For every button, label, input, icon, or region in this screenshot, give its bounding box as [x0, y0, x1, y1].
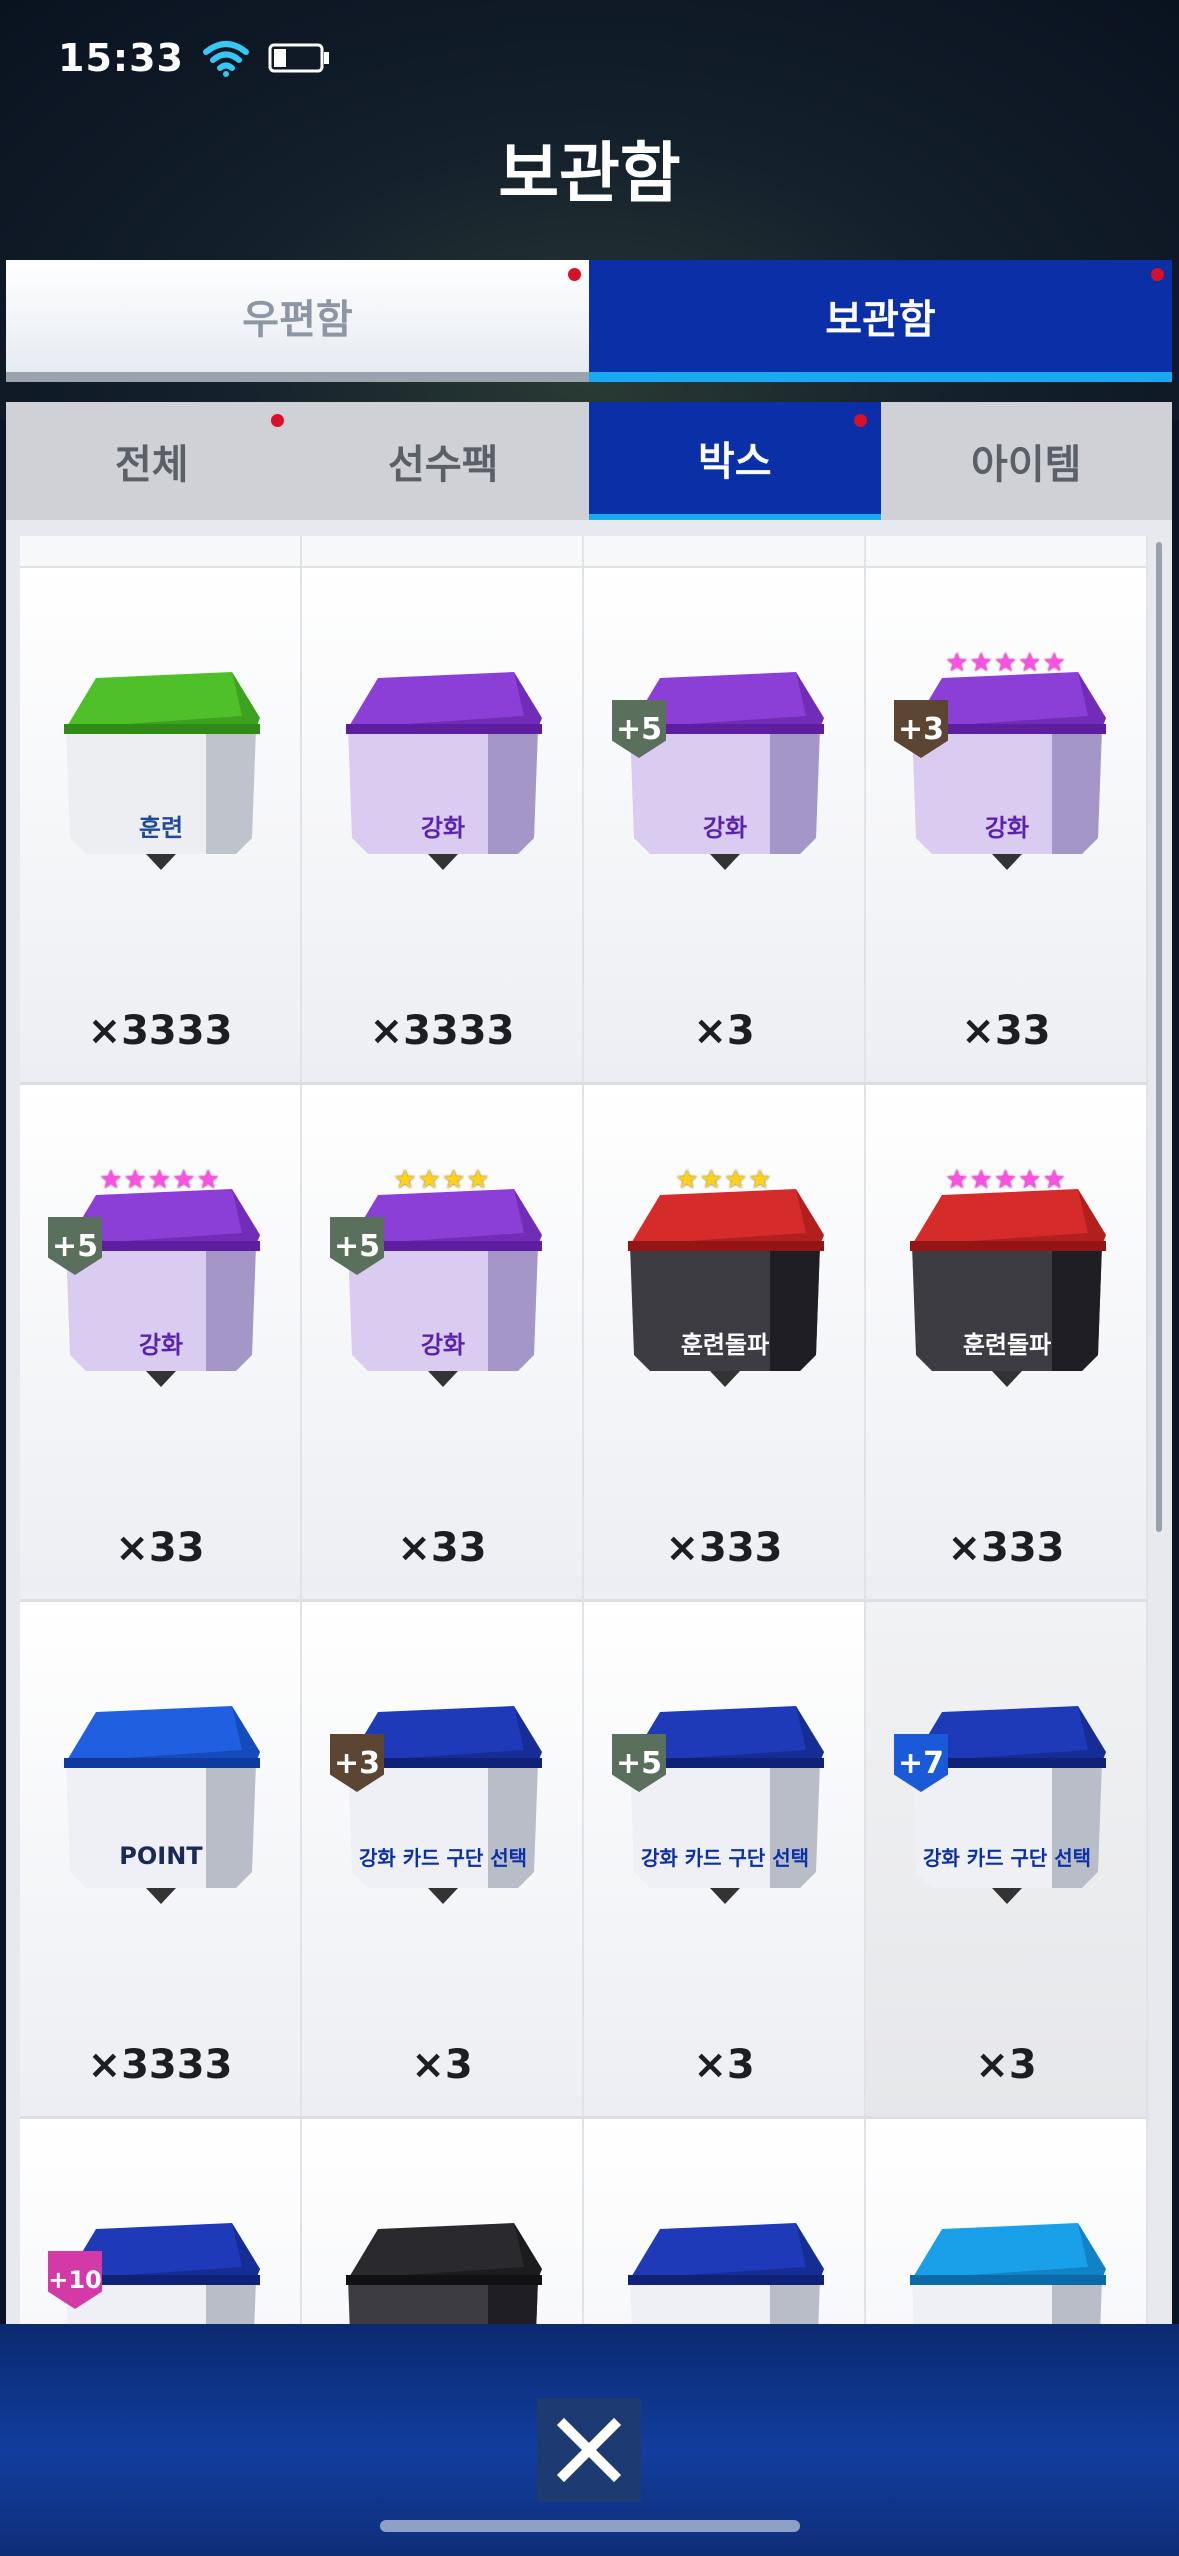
box-item-card[interactable]	[584, 2119, 866, 2326]
box-grid-scroll[interactable]: 훈련 ×3333 강화 ×3333 강화 +5 ×3 ★★★★★ 강화 +3 ×33 ★★★★★ 강화 +…	[20, 536, 1148, 2326]
box-emblem-label: 훈련돌파	[680, 1331, 770, 1359]
box-image	[346, 672, 542, 870]
box-item-card[interactable]: 강화 +5 ×3	[584, 568, 866, 1085]
box-emblem-label: 훈련	[138, 814, 184, 842]
status-time: 15:33	[58, 36, 184, 80]
box-emblem-label: 강화	[420, 1331, 466, 1359]
box-image	[64, 1706, 260, 1904]
box-item-card[interactable]: POINT ×3333	[20, 1602, 302, 2119]
box-image	[910, 672, 1106, 870]
box-emblem-label: 강화 카드 구단 선택	[922, 1846, 1092, 1870]
item-count: ×333	[665, 1525, 783, 1571]
tab-item[interactable]: 아이템	[881, 402, 1173, 520]
scrollbar[interactable]	[1156, 542, 1162, 1532]
tab-box[interactable]: 박스	[589, 402, 881, 520]
box-emblem-label: 강화	[702, 814, 748, 842]
tab-box-label: 박스	[697, 439, 772, 485]
notification-dot	[568, 268, 581, 281]
box-image	[346, 1706, 542, 1904]
item-count: ×3333	[87, 1008, 233, 1054]
tab-mailbox-label: 우편함	[242, 297, 353, 343]
category-tabs: 전체 선수팩 박스 아이템	[6, 402, 1172, 520]
box-emblem-label: POINT	[119, 1842, 203, 1870]
item-count: ×33	[397, 1525, 487, 1571]
tab-mailbox[interactable]: 우편함	[6, 260, 589, 382]
box-image	[628, 2223, 824, 2326]
main-tabs: 우편함 보관함	[6, 260, 1172, 382]
item-count: ×3333	[369, 1008, 515, 1054]
box-item-card[interactable]: 강화 카드 구단 선택 +3 ×3	[302, 1602, 584, 2119]
tab-item-label: 아이템	[971, 442, 1082, 488]
item-count: ×3	[693, 2042, 755, 2088]
item-count: ×333	[947, 1525, 1065, 1571]
box-emblem-label: 강화 카드 구단 선택	[640, 1846, 810, 1870]
home-indicator[interactable]	[380, 2520, 800, 2532]
box-grid: 훈련 ×3333 강화 ×3333 강화 +5 ×3 ★★★★★ 강화 +3 ×33 ★★★★★ 강화 +…	[20, 568, 1148, 2326]
box-item-card[interactable]: 강화 카드 구단 선택 +7 ×3	[866, 1602, 1148, 2119]
box-item-card[interactable]: ★★★★★ 강화 +5 ×33	[20, 1085, 302, 1602]
box-image	[64, 672, 260, 870]
status-bar: 15:33	[58, 28, 330, 88]
tab-player-pack[interactable]: 선수팩	[298, 402, 590, 520]
box-image	[64, 1189, 260, 1387]
notification-dot	[853, 414, 867, 427]
box-item-card[interactable]: 훈련 ×3333	[20, 568, 302, 1085]
battery-icon	[268, 43, 329, 73]
item-count: ×3333	[87, 2042, 233, 2088]
close-button[interactable]	[537, 2398, 641, 2502]
box-item-card[interactable]: ★★★★ 강화 +5 ×33	[302, 1085, 584, 1602]
box-image	[628, 1189, 824, 1387]
item-count: ×33	[115, 1525, 205, 1571]
box-item-card[interactable]: +10	[20, 2119, 302, 2326]
box-item-card[interactable]: 강화 카드 구단 선택 +5 ×3	[584, 1602, 866, 2119]
box-image	[346, 2223, 542, 2326]
tab-storage[interactable]: 보관함	[589, 260, 1172, 382]
item-count: ×33	[961, 1008, 1051, 1054]
box-emblem-label: 강화 카드 구단 선택	[358, 1846, 528, 1870]
box-emblem-label: 강화	[138, 1331, 184, 1359]
box-emblem-label: 강화	[420, 814, 466, 842]
box-emblem-label: 훈련돌파	[962, 1331, 1052, 1359]
wifi-icon	[202, 41, 249, 77]
page-title: 보관함	[498, 135, 681, 212]
storage-panel: 전체 선수팩 박스 아이템 훈련 ×3333 강화 ×3333 강화 +5 ×3 ★★★★★ 강…	[6, 402, 1172, 2402]
box-emblem-label: 강화	[984, 814, 1030, 842]
close-icon	[556, 2417, 622, 2483]
tab-player-pack-label: 선수팩	[388, 442, 499, 488]
box-item-card[interactable]: 강화 ×3333	[302, 568, 584, 1085]
box-item-card[interactable]: ★★★★ 훈련돌파 ×333	[584, 1085, 866, 1602]
box-item-card[interactable]: ★★★★★ 훈련돌파 ×333	[866, 1085, 1148, 1602]
box-item-card[interactable]: ★★★★★ 강화 +3 ×33	[866, 568, 1148, 1085]
box-image	[910, 2223, 1106, 2326]
tab-all-label: 전체	[114, 442, 189, 488]
notification-dot	[1151, 268, 1164, 281]
notification-dot	[270, 414, 284, 427]
box-image	[910, 1189, 1106, 1387]
box-image	[346, 1189, 542, 1387]
item-count: ×3	[411, 2042, 473, 2088]
box-image	[628, 672, 824, 870]
item-count: ×3	[975, 2042, 1037, 2088]
tab-storage-label: 보관함	[825, 297, 936, 343]
item-count: ×3	[693, 1008, 755, 1054]
box-item-card[interactable]	[866, 2119, 1148, 2326]
previous-row-edge	[20, 536, 1148, 568]
box-image	[910, 1706, 1106, 1904]
tab-all[interactable]: 전체	[6, 402, 298, 520]
box-item-card[interactable]	[302, 2119, 584, 2326]
box-image	[628, 1706, 824, 1904]
